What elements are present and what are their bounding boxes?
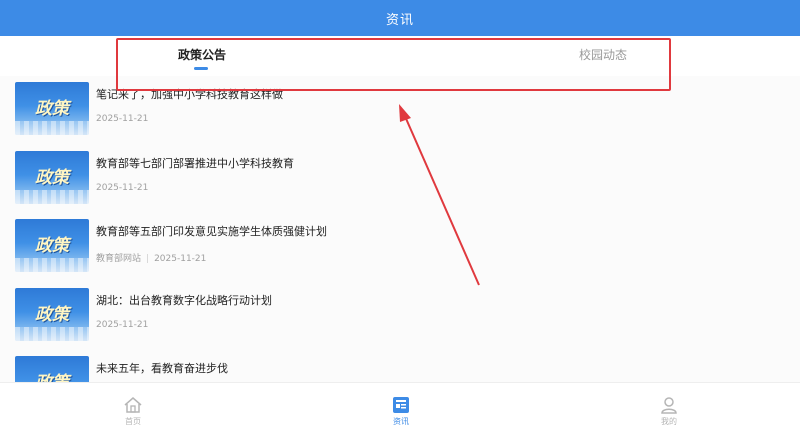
- list-item[interactable]: 政策 教育部等五部门印发意见实施学生体质强健计划 教育部网站 | 2025-11-2…: [0, 213, 800, 281]
- news-icon: [393, 397, 409, 413]
- list-item[interactable]: 政策 教育部等七部门部署推进中小学科技教育 2025-11-21: [0, 145, 800, 213]
- tab-campus-news[interactable]: 校园动态: [579, 46, 627, 63]
- nav-home[interactable]: 首页: [103, 395, 163, 427]
- article-thumbnail: 政策: [15, 356, 89, 382]
- article-title: 未来五年，看教育奋进步伐: [96, 362, 228, 375]
- tab-bar: 政策公告 校园动态: [0, 36, 800, 76]
- active-tab-indicator: [194, 67, 208, 70]
- article-meta: 2025-11-21: [96, 183, 148, 193]
- list-item[interactable]: 政策 湖北：出台教育数字化战略行动计划 2025-11-21: [0, 282, 800, 350]
- article-list[interactable]: 政策 笔记来了，加强中小学科技教育这样做 2025-11-21 政策 教育部等七…: [0, 76, 800, 382]
- article-date: 2025-11-21: [96, 320, 149, 330]
- home-icon: [124, 397, 142, 413]
- article-meta: 教育部网站 | 2025-11-21: [96, 251, 206, 264]
- thumbnail-label: 政策: [35, 236, 69, 256]
- bottom-nav-bar: 首页 资讯 我的: [0, 382, 800, 434]
- article-title: 湖北：出台教育数字化战略行动计划: [96, 294, 272, 307]
- list-item[interactable]: 政策 笔记来了，加强中小学科技教育这样做 2025-11-21: [0, 76, 800, 144]
- page-title: 资讯: [385, 12, 414, 28]
- meta-separator: |: [146, 254, 150, 264]
- user-icon: [661, 397, 677, 414]
- thumbnail-label: 政策: [35, 305, 69, 325]
- thumbnail-label: 政策: [35, 168, 69, 188]
- tab-policy-announcements[interactable]: 政策公告: [178, 46, 226, 63]
- article-title: 笔记来了，加强中小学科技教育这样做: [96, 88, 283, 101]
- list-item[interactable]: 政策 未来五年，看教育奋进步伐: [0, 350, 800, 382]
- nav-me-label: 我的: [661, 417, 677, 426]
- article-thumbnail: 政策: [15, 219, 89, 272]
- article-meta: 2025-11-21: [96, 114, 148, 124]
- article-meta: 2025-11-21: [96, 320, 148, 330]
- nav-home-label: 首页: [125, 417, 141, 426]
- article-date: 2025-11-21: [96, 114, 149, 124]
- nav-news[interactable]: 资讯: [371, 395, 431, 427]
- article-thumbnail: 政策: [15, 82, 89, 135]
- article-source: 教育部网站: [96, 254, 142, 264]
- thumbnail-label: 政策: [15, 368, 89, 382]
- nav-news-label: 资讯: [393, 417, 409, 426]
- article-date: 2025-11-21: [154, 254, 207, 264]
- thumbnail-label: 政策: [35, 99, 69, 119]
- top-app-bar: 资讯: [0, 0, 800, 36]
- article-title: 教育部等七部门部署推进中小学科技教育: [96, 157, 294, 170]
- article-title: 教育部等五部门印发意见实施学生体质强健计划: [96, 225, 327, 238]
- article-date: 2025-11-21: [96, 183, 149, 193]
- article-thumbnail: 政策: [15, 288, 89, 341]
- article-thumbnail: 政策: [15, 151, 89, 204]
- nav-me[interactable]: 我的: [639, 395, 699, 427]
